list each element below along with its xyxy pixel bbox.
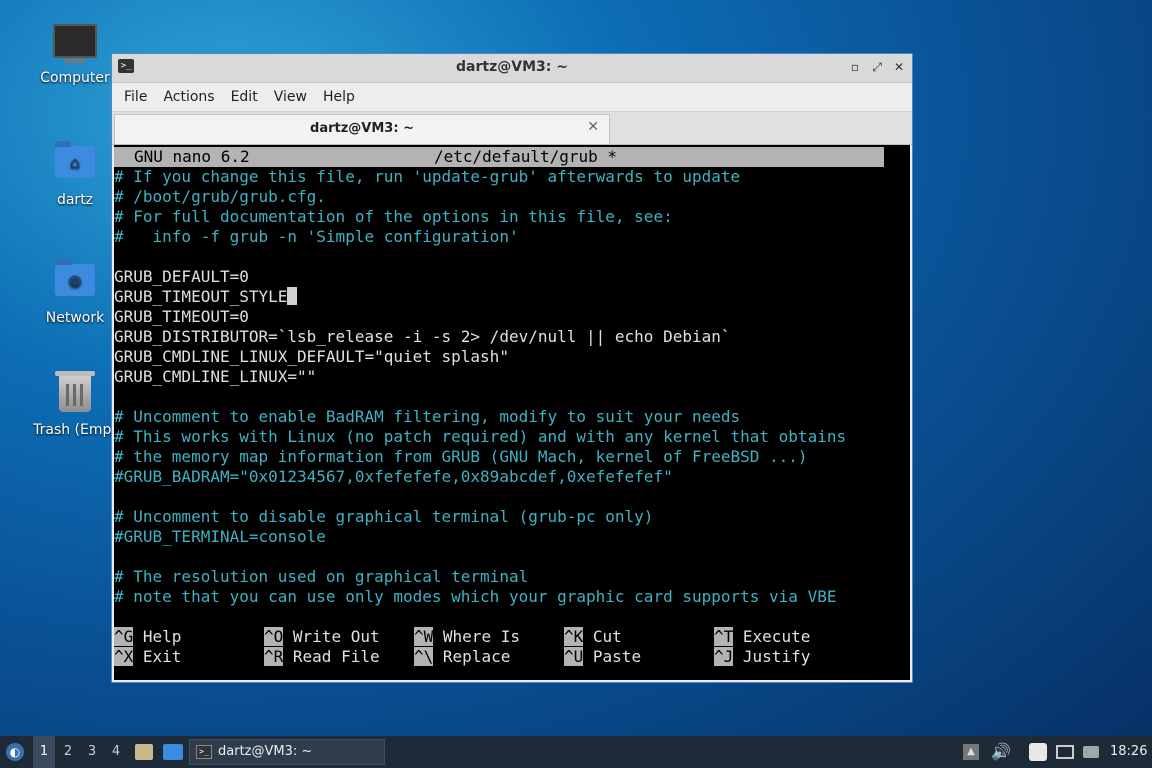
nano-header: GNU nano 6.2 /etc/default/grub *: [114, 147, 884, 167]
file-manager-launcher-icon[interactable]: [135, 744, 153, 760]
nano-shortcut[interactable]: ^W Where Is: [414, 627, 520, 647]
shortcut-key: ^U: [564, 647, 584, 666]
terminal-screen[interactable]: GNU nano 6.2 /etc/default/grub * # If yo…: [114, 145, 910, 680]
app-menu-icon[interactable]: ◐: [6, 743, 24, 761]
shortcut-label: Justify: [742, 647, 811, 666]
clipboard-icon[interactable]: [1029, 743, 1047, 761]
text-cursor: [287, 287, 298, 305]
shortcut-key: ^\: [414, 647, 434, 666]
editor-line: # Uncomment to enable BadRAM filtering, …: [114, 407, 741, 426]
menu-view[interactable]: View: [266, 89, 315, 105]
menu-file[interactable]: File: [116, 89, 155, 105]
notification-icon[interactable]: [1083, 746, 1099, 758]
shortcut-key: ^W: [414, 627, 434, 646]
editor-line: #GRUB_TERMINAL=console: [114, 527, 326, 546]
home-folder-icon: ⌂: [53, 141, 97, 186]
editor-line: # If you change this file, run 'update-g…: [114, 167, 741, 186]
shortcut-label: Where Is: [442, 627, 520, 646]
editor-line: # note that you can use only modes which…: [114, 587, 837, 606]
shortcut-label: Cut: [592, 627, 622, 646]
editor-line: # Uncomment to disable graphical termina…: [114, 507, 654, 526]
nano-shortcut[interactable]: ^J Justify: [714, 647, 810, 667]
editor-line: GRUB_DEFAULT=0: [114, 267, 249, 286]
editor-line: GRUB_TIMEOUT=0: [114, 307, 249, 326]
shortcut-key: ^K: [564, 627, 584, 646]
shortcut-label: Write Out: [292, 627, 380, 646]
shortcut-key: ^X: [114, 647, 134, 666]
workspace-4[interactable]: 4: [105, 736, 127, 768]
updates-icon[interactable]: ▲: [963, 744, 979, 760]
editor-line: #GRUB_BADRAM="0x01234567,0xfefefefe,0x89…: [114, 467, 673, 486]
shortcut-key: ^R: [264, 647, 284, 666]
show-desktop-icon[interactable]: [163, 744, 183, 760]
nano-shortcut[interactable]: ^K Cut: [564, 627, 622, 647]
nano-shortcut[interactable]: ^R Read File: [264, 647, 380, 667]
editor-line: GRUB_CMDLINE_LINUX_DEFAULT="quiet splash…: [114, 347, 509, 366]
desktop-icon-label: dartz: [56, 192, 94, 208]
workspace-1[interactable]: 1: [33, 736, 55, 768]
network-folder-icon: ◉: [53, 259, 97, 304]
close-button[interactable]: ✕: [890, 58, 908, 76]
nano-version: GNU nano 6.2: [134, 147, 250, 166]
editor-line: GRUB_TIMEOUT_STYLE: [114, 287, 298, 307]
shortcut-label: Paste: [592, 647, 642, 666]
maximize-button[interactable]: ⤢: [868, 58, 886, 76]
volume-icon[interactable]: 🔊: [991, 736, 1011, 768]
editor-line: GRUB_DISTRIBUTOR=`lsb_release -i -s 2> /…: [114, 327, 731, 346]
menubar: File Actions Edit View Help: [112, 83, 912, 111]
shortcut-key: ^J: [714, 647, 734, 666]
nano-shortcut[interactable]: ^X Exit: [114, 647, 181, 667]
computer-icon: [53, 24, 97, 64]
shortcut-label: Read File: [292, 647, 380, 666]
window-titlebar[interactable]: >_ dartz@VM3: ~ ▫ ⤢ ✕: [112, 54, 912, 83]
editor-line: GRUB_CMDLINE_LINUX="": [114, 367, 317, 386]
shortcut-key: ^O: [264, 627, 284, 646]
nano-shortcut[interactable]: ^U Paste: [564, 647, 641, 667]
editor-line: # the memory map information from GRUB (…: [114, 447, 808, 466]
desktop-icon-label: Trash (Empt: [33, 422, 117, 438]
menu-edit[interactable]: Edit: [223, 89, 266, 105]
editor-line: # This works with Linux (no patch requir…: [114, 427, 847, 446]
window-title: dartz@VM3: ~: [456, 59, 568, 75]
nano-shortcut[interactable]: ^T Execute: [714, 627, 810, 647]
editor-line: # /boot/grub/grub.cfg.: [114, 187, 326, 206]
workspace-3[interactable]: 3: [81, 736, 103, 768]
shortcut-label: Replace: [442, 647, 511, 666]
network-status-icon[interactable]: [1056, 745, 1074, 759]
terminal-window[interactable]: >_ dartz@VM3: ~ ▫ ⤢ ✕ File Actions Edit …: [111, 53, 913, 683]
clock[interactable]: 18:26: [1110, 736, 1147, 768]
tab-title: dartz@VM3: ~: [310, 121, 414, 136]
nano-shortcut[interactable]: ^\ Replace: [414, 647, 510, 667]
desktop-icon-label: Network: [45, 310, 105, 326]
terminal-task-icon: >_: [196, 745, 212, 759]
tab-close-icon[interactable]: ✕: [587, 119, 599, 135]
menu-actions[interactable]: Actions: [155, 89, 222, 105]
taskbar-task-terminal[interactable]: >_ dartz@VM3: ~: [189, 739, 385, 765]
nano-shortcut[interactable]: ^G Help: [114, 627, 181, 647]
taskbar: ◐ 1 2 3 4 >_ dartz@VM3: ~ ▲ 🔊 18:26: [0, 736, 1152, 768]
menu-help[interactable]: Help: [315, 89, 363, 105]
shortcut-label: Exit: [142, 647, 182, 666]
desktop-icon-computer[interactable]: Computer: [25, 24, 125, 86]
shortcut-key: ^T: [714, 627, 734, 646]
nano-filename: /etc/default/grub *: [434, 147, 618, 166]
workspace-2[interactable]: 2: [57, 736, 79, 768]
editor-line: # The resolution used on graphical termi…: [114, 567, 529, 586]
editor-line: # For full documentation of the options …: [114, 207, 673, 226]
desktop-icon-trash[interactable]: Trash (Empt: [25, 371, 125, 438]
tab-bar: dartz@VM3: ~ ✕: [112, 111, 912, 145]
shortcut-key: ^G: [114, 627, 134, 646]
taskbar-task-label: dartz@VM3: ~: [218, 744, 313, 759]
shortcut-label: Help: [142, 627, 182, 646]
desktop-icon-label: Computer: [40, 70, 110, 86]
nano-shortcut[interactable]: ^O Write Out: [264, 627, 380, 647]
desktop-icon-network[interactable]: ◉ Network: [25, 259, 125, 326]
desktop-icon-home[interactable]: ⌂ dartz: [25, 141, 125, 208]
shortcut-label: Execute: [742, 627, 811, 646]
editor-line: # info -f grub -n 'Simple configuration': [114, 227, 519, 246]
trash-icon: [53, 371, 97, 416]
tab-terminal[interactable]: dartz@VM3: ~ ✕: [114, 114, 610, 144]
minimize-button[interactable]: ▫: [846, 58, 864, 76]
